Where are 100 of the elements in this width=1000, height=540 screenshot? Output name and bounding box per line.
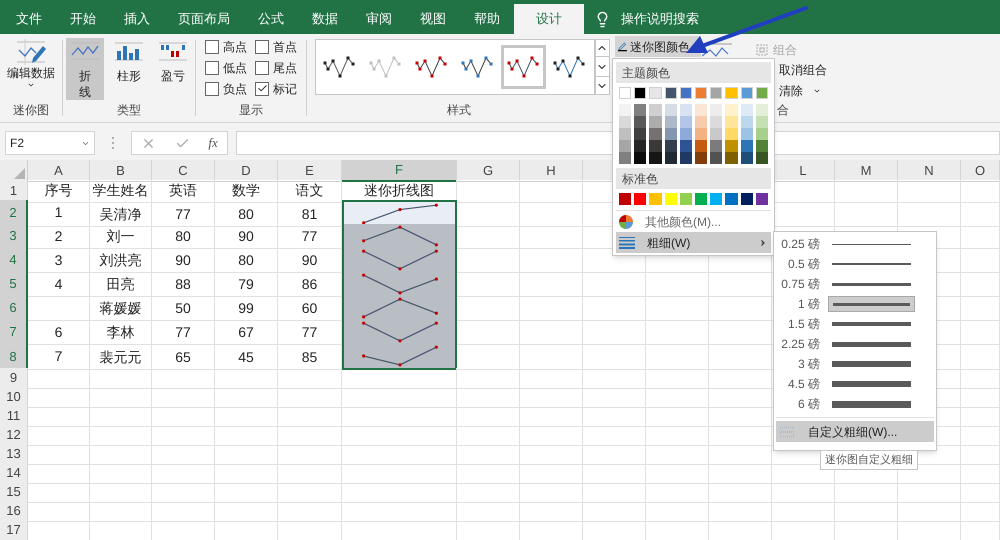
color-swatch[interactable] [649,193,662,205]
checkbox[interactable] [255,82,269,96]
show-checkbox[interactable]: 低点 [205,59,247,76]
color-swatch[interactable] [634,116,646,128]
color-swatch[interactable] [710,128,722,140]
color-swatch[interactable] [725,140,738,152]
row-header[interactable]: 4 [0,248,28,273]
color-swatch[interactable] [694,152,708,164]
color-swatch[interactable] [694,193,708,205]
row-header[interactable]: 12 [0,425,28,446]
row-header[interactable]: 13 [0,444,28,464]
color-swatch[interactable] [694,87,708,99]
color-swatch[interactable] [756,193,768,205]
row-header[interactable]: 5 [0,272,28,297]
row-header[interactable]: 8 [0,344,28,370]
more-styles-button[interactable] [594,76,610,95]
color-swatch[interactable] [634,140,646,152]
color-swatch[interactable] [740,193,753,205]
color-swatch[interactable] [680,128,692,140]
ribbon-tab[interactable]: 设计 [514,4,584,34]
tell-me-search[interactable]: 操作说明搜索 [621,9,699,29]
color-swatch[interactable] [649,116,662,128]
color-swatch[interactable] [664,193,677,205]
color-swatch[interactable] [740,104,753,116]
color-swatch[interactable] [710,152,722,164]
show-checkbox[interactable]: 尾点 [255,59,297,76]
color-swatch[interactable] [680,140,692,152]
weight-option[interactable]: 0.25 磅 [774,234,936,254]
color-swatch[interactable] [680,193,692,205]
color-swatch[interactable] [619,104,632,116]
color-swatch[interactable] [649,87,662,99]
color-swatch[interactable] [664,140,677,152]
color-swatch[interactable] [756,104,768,116]
color-swatch[interactable] [710,193,722,205]
color-swatch[interactable] [710,116,722,128]
column-header[interactable]: D [215,160,278,182]
column-header[interactable]: N [898,160,961,182]
color-swatch[interactable] [664,104,677,116]
color-swatch[interactable] [725,152,738,164]
color-swatch[interactable] [619,87,632,99]
color-swatch[interactable] [680,152,692,164]
weight-option[interactable]: 3 磅 [774,354,936,374]
row-header[interactable]: 16 [0,501,28,522]
color-swatch[interactable] [725,116,738,128]
menu-item[interactable]: 自定义粗细(W)... [776,421,934,442]
show-checkbox[interactable]: 首点 [255,38,297,55]
select-all-corner[interactable] [14,168,25,178]
insert-function-button[interactable]: fx [208,133,218,153]
weight-option[interactable]: 0.5 磅 [774,254,936,274]
weight-option[interactable]: 4.5 磅 [774,374,936,394]
ribbon-tab[interactable]: 开始 [56,4,110,34]
color-swatch[interactable] [710,87,722,99]
color-swatch[interactable] [634,128,646,140]
ribbon-tab[interactable]: 视图 [406,4,460,34]
checkbox[interactable] [205,82,219,96]
color-swatch[interactable] [619,140,632,152]
sparkline-style[interactable] [500,45,546,89]
color-swatch[interactable] [740,140,753,152]
ribbon-tab[interactable]: 帮助 [460,4,514,34]
color-swatch[interactable] [619,152,632,164]
color-swatch[interactable] [694,128,708,140]
color-swatch[interactable] [649,140,662,152]
color-swatch[interactable] [725,87,738,99]
color-swatch[interactable] [634,193,646,205]
weight-option[interactable]: 1 磅 [774,294,936,314]
color-swatch[interactable] [725,128,738,140]
weight-option[interactable]: 2.25 磅 [774,334,936,354]
menu-item[interactable]: 其他颜色(M)... [613,211,774,232]
color-swatch[interactable] [619,193,632,205]
color-swatch[interactable] [756,128,768,140]
color-swatch[interactable] [649,104,662,116]
color-swatch[interactable] [756,87,768,99]
color-swatch[interactable] [710,140,722,152]
ribbon-tab[interactable]: 审阅 [352,4,406,34]
row-header[interactable]: 14 [0,463,28,484]
group-command[interactable]: 清除 [779,80,827,101]
edit-data-button[interactable]: 编辑数据 [7,38,55,89]
color-swatch[interactable] [694,116,708,128]
color-swatch[interactable] [740,87,753,99]
show-checkbox[interactable]: 高点 [205,38,247,55]
checkbox[interactable] [205,60,219,74]
weight-option[interactable]: 0.75 磅 [774,274,936,294]
color-swatch[interactable] [664,128,677,140]
color-swatch[interactable] [664,87,677,99]
row-header[interactable]: 9 [0,368,28,388]
ribbon-tab[interactable]: 公式 [244,4,298,34]
column-header[interactable]: O [961,160,1000,182]
row-header[interactable]: 3 [0,224,28,249]
group-command[interactable]: 取消组合 [779,60,827,81]
checkbox[interactable] [205,40,219,54]
color-swatch[interactable] [710,104,722,116]
color-swatch[interactable] [634,87,646,99]
color-swatch[interactable] [664,152,677,164]
column-header[interactable]: F [342,160,457,182]
color-swatch[interactable] [694,140,708,152]
color-swatch[interactable] [634,152,646,164]
sparkline-type-button[interactable]: 折线 [66,38,104,100]
row-header[interactable]: 6 [0,296,28,321]
color-swatch[interactable] [649,152,662,164]
color-swatch[interactable] [756,152,768,164]
